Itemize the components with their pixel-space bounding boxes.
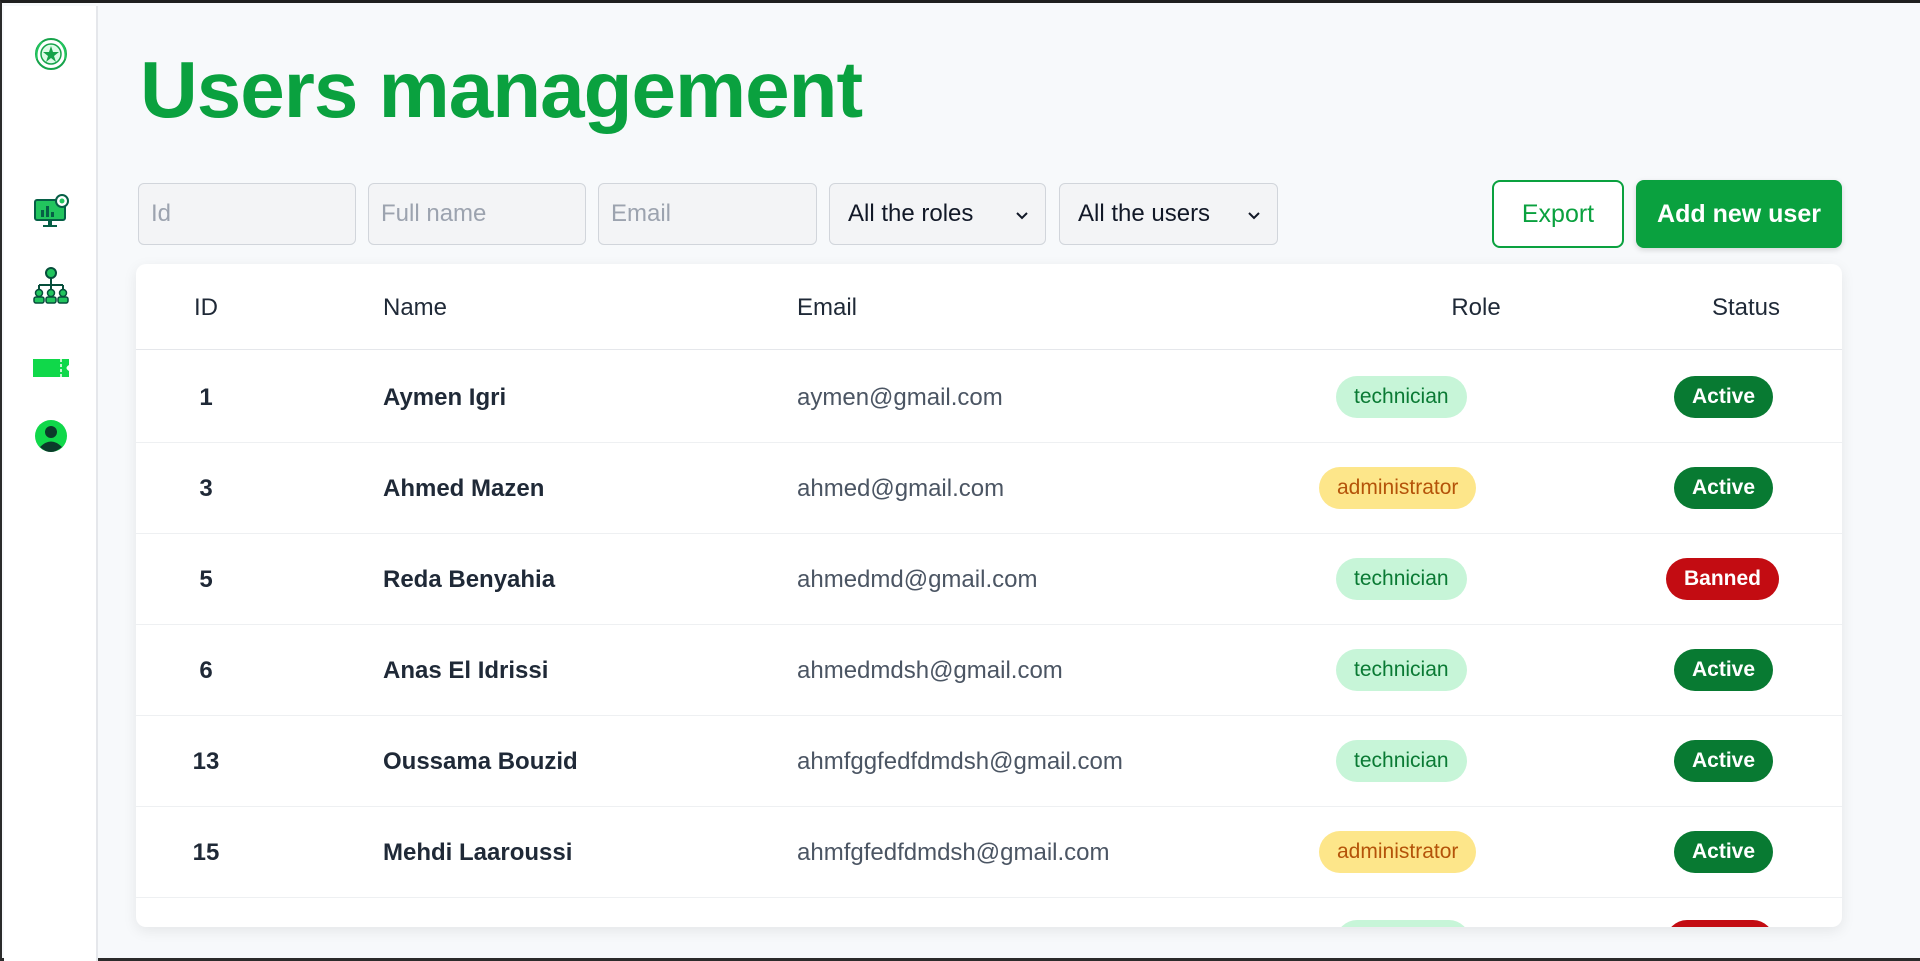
roles-select-value: All the roles [848, 200, 974, 227]
role-badge: administrator [1319, 467, 1477, 509]
table-row[interactable]: 1 Aymen Igri aymen@gmail.com technician … [136, 352, 1842, 443]
users-select-value: All the users [1078, 200, 1211, 227]
user-name: Reda Benyahia [383, 566, 556, 593]
user-id: 3 [199, 475, 213, 502]
users-select[interactable]: All the users [1059, 183, 1278, 245]
header-role: Role [1451, 294, 1501, 321]
table-row[interactable]: 13 Oussama Bouzid ahmfggfedfdmdsh@gmail.… [136, 716, 1842, 807]
status-badge [1666, 920, 1774, 927]
status-badge: Active [1674, 649, 1774, 691]
header-id: ID [194, 294, 218, 321]
user-name: Oussama Bouzid [383, 748, 578, 775]
chevron-down-icon [1015, 200, 1029, 228]
logo-icon[interactable] [31, 34, 71, 74]
page-title: Users management [140, 45, 863, 134]
header-email: Email [797, 294, 858, 321]
user-email: aymen@gmail.com [797, 384, 1003, 411]
user-id: 13 [192, 748, 220, 775]
role-badge: technician [1336, 740, 1467, 782]
status-badge: Active [1674, 740, 1774, 782]
user-name: Aymen Igri [383, 384, 507, 411]
user-name: Anas El Idrissi [383, 657, 549, 684]
ticket-icon[interactable] [31, 348, 71, 388]
table-row[interactable]: 6 Anas El Idrissi ahmedmdsh@gmail.com te… [136, 625, 1842, 716]
table-header: ID Name Email Role Status [136, 264, 1842, 350]
header-name: Name [383, 294, 448, 321]
status-badge: Banned [1666, 558, 1780, 600]
user-name: Ahmed Mazen [383, 475, 545, 502]
name-filter-input[interactable] [368, 183, 586, 245]
add-user-button[interactable]: Add new user [1636, 180, 1842, 248]
user-email: ahmedmd@gmail.com [797, 566, 1038, 593]
user-id: 15 [192, 839, 220, 866]
roles-select[interactable]: All the roles [829, 183, 1046, 245]
user-id: 1 [199, 384, 213, 411]
sidebar [4, 6, 98, 961]
role-badge: administrator [1319, 831, 1477, 873]
table-row[interactable]: 5 Reda Benyahia ahmedmd@gmail.com techni… [136, 534, 1842, 625]
user-id: 6 [199, 657, 213, 684]
user-email: ahmfgfedfdmdsh@gmail.com [797, 839, 1110, 866]
status-badge: Active [1674, 831, 1774, 873]
role-badge: technician [1336, 376, 1467, 418]
user-name: Mehdi Laaroussi [383, 839, 573, 866]
role-badge: technician [1336, 558, 1467, 600]
export-button[interactable]: Export [1492, 180, 1624, 248]
table-row[interactable] [136, 896, 1842, 927]
chevron-down-icon [1247, 200, 1261, 228]
users-hierarchy-icon[interactable] [31, 265, 71, 305]
user-email: ahmedmdsh@gmail.com [797, 657, 1063, 684]
status-badge: Active [1674, 467, 1774, 509]
table-row[interactable]: 3 Ahmed Mazen ahmed@gmail.com administra… [136, 443, 1842, 534]
user-email: ahmed@gmail.com [797, 475, 1005, 502]
user-email: ahmfggfedfdmdsh@gmail.com [797, 748, 1123, 775]
users-table: ID Name Email Role Status 1 Aymen Igri a… [136, 264, 1842, 927]
app-window: Users management All the roles All the u… [0, 0, 1920, 961]
profile-icon[interactable] [31, 416, 71, 456]
user-id: 5 [199, 566, 213, 593]
dashboard-icon[interactable] [31, 192, 71, 232]
id-filter-input[interactable] [138, 183, 356, 245]
email-filter-input[interactable] [598, 183, 817, 245]
header-status: Status [1711, 294, 1781, 321]
table-row[interactable]: 15 Mehdi Laaroussi ahmfgfedfdmdsh@gmail.… [136, 807, 1842, 898]
role-badge [1336, 920, 1470, 927]
main-content: Users management All the roles All the u… [98, 6, 1920, 955]
status-badge: Active [1674, 376, 1774, 418]
role-badge: technician [1336, 649, 1467, 691]
